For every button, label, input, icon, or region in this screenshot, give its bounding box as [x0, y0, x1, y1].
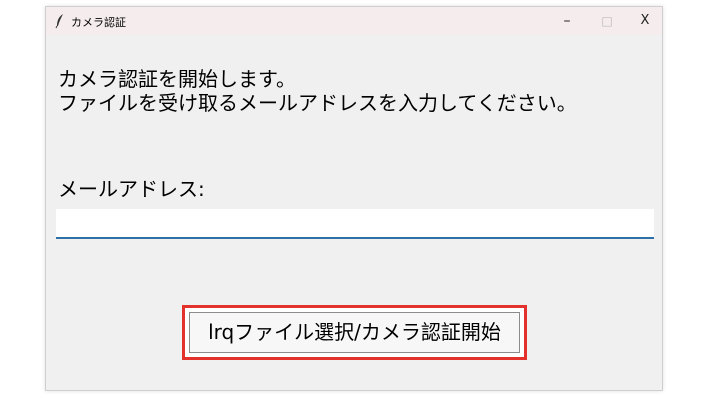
title-bar[interactable]: カメラ認証 – □ X	[46, 7, 662, 35]
email-label: メールアドレス:	[58, 177, 205, 201]
instruction-line-2: ファイルを受け取るメールアドレスを入力してください。	[58, 91, 577, 115]
instruction-text: カメラ認証を開始します。 ファイルを受け取るメールアドレスを入力してください。	[58, 67, 577, 115]
window-title: カメラ認証	[71, 16, 126, 29]
instruction-line-1: カメラ認証を開始します。	[58, 67, 296, 91]
email-field[interactable]	[56, 209, 654, 239]
start-button-highlight: lrqファイル選択/カメラ認証開始	[182, 305, 527, 360]
app-window: カメラ認証 – □ X カメラ認証を開始します。 ファイルを受け取るメールアドレ…	[45, 6, 663, 391]
maximize-button[interactable]: □	[594, 11, 620, 31]
feather-icon	[55, 14, 63, 29]
minimize-button[interactable]: –	[554, 11, 580, 31]
select-file-start-auth-button[interactable]: lrqファイル選択/カメラ認証開始	[189, 312, 520, 353]
close-button[interactable]: X	[632, 11, 658, 31]
